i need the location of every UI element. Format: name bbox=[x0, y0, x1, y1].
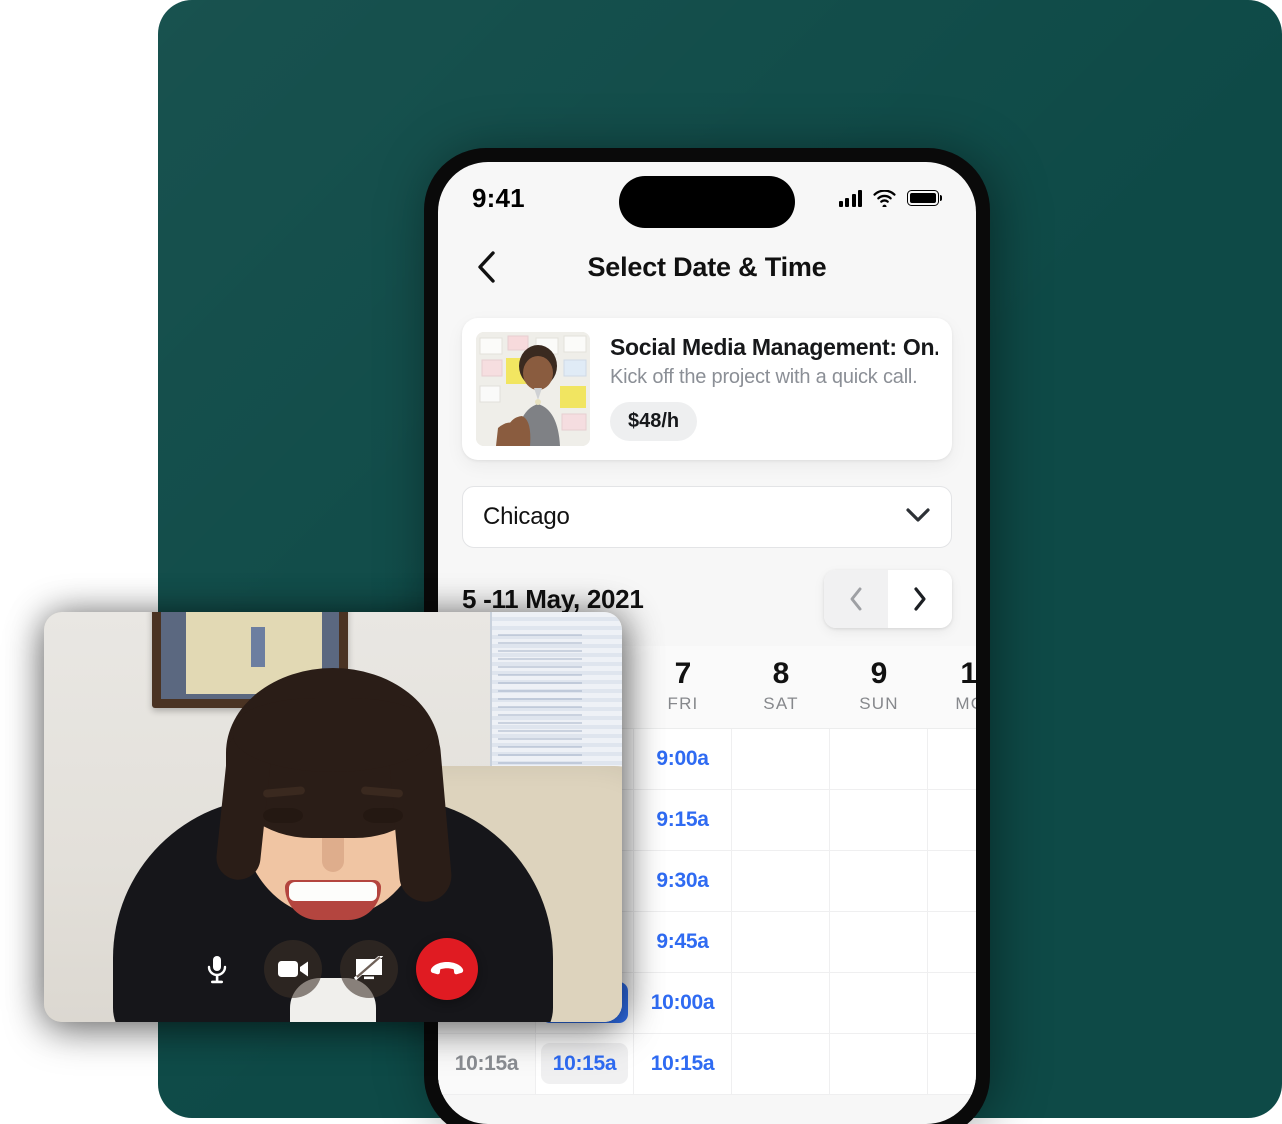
time-slot-label: 9:45a bbox=[656, 930, 709, 953]
cellular-signal-icon bbox=[838, 189, 862, 207]
status-bar-indicators bbox=[838, 189, 942, 207]
calendar-day-name: SAT bbox=[763, 693, 799, 713]
time-slot-label: 9:15a bbox=[656, 808, 709, 831]
hangup-button[interactable] bbox=[416, 938, 478, 1000]
screen-share-off-icon bbox=[354, 956, 384, 982]
time-slot-empty bbox=[928, 973, 976, 1034]
next-week-button[interactable] bbox=[888, 570, 952, 628]
calendar-day-sun[interactable]: 9 SUN bbox=[830, 646, 928, 728]
date-range-label: 5 -11 May, 2021 bbox=[462, 583, 644, 614]
prev-week-button[interactable] bbox=[824, 570, 888, 628]
calendar-day-number: 7 bbox=[674, 657, 692, 690]
chevron-down-icon bbox=[905, 507, 931, 528]
time-slot[interactable]: 10:00a bbox=[634, 972, 732, 1034]
microphone-button[interactable] bbox=[188, 940, 246, 998]
phone-hangup-icon bbox=[430, 958, 464, 980]
calendar-day-fri[interactable]: 7 FRI bbox=[634, 646, 732, 728]
time-slot-label: 10:15a bbox=[540, 1043, 629, 1084]
time-slot-empty bbox=[830, 1033, 928, 1095]
time-slot-empty bbox=[928, 790, 976, 851]
time-slot-empty bbox=[830, 911, 928, 973]
wifi-icon bbox=[873, 189, 896, 207]
time-slot-empty bbox=[928, 912, 976, 973]
chevron-left-icon bbox=[850, 587, 862, 611]
person-eye-right bbox=[363, 808, 403, 823]
microphone-icon bbox=[204, 954, 230, 984]
calendar-day-name: FRI bbox=[667, 693, 699, 713]
calendar-day-number: 8 bbox=[772, 657, 790, 690]
video-call-overlay[interactable] bbox=[44, 612, 622, 1022]
time-slot-label: 9:30a bbox=[656, 869, 709, 892]
calendar-day-sat[interactable]: 8 SAT bbox=[732, 646, 830, 728]
screen-share-button[interactable] bbox=[340, 940, 398, 998]
time-slot-label: 10:15a bbox=[650, 1052, 715, 1075]
service-card-meta: Social Media Management: On... Kick off … bbox=[610, 332, 938, 446]
service-thumbnail-photo bbox=[476, 332, 590, 446]
dynamic-island bbox=[619, 176, 795, 228]
service-card-wrapper: Social Media Management: On... Kick off … bbox=[438, 300, 976, 460]
app-nav-bar: Select Date & Time bbox=[438, 234, 976, 300]
time-slot-empty bbox=[928, 1034, 976, 1095]
time-slot-label: 10:15a bbox=[454, 1052, 519, 1075]
calendar-day-mon[interactable]: 10 MON bbox=[928, 646, 976, 728]
time-slot-empty bbox=[732, 789, 830, 851]
time-slot[interactable]: 10:15a bbox=[634, 1033, 732, 1095]
person-nose bbox=[322, 838, 344, 872]
person-fringe bbox=[233, 698, 433, 772]
status-bar: 9:41 bbox=[438, 162, 976, 234]
time-slot-empty bbox=[830, 728, 928, 790]
time-slot: 10:15a bbox=[438, 1033, 536, 1095]
screenshot-root: 9:41 Select Date & Time Social Media Man… bbox=[0, 0, 1282, 1124]
time-slot[interactable]: 9:30a bbox=[634, 850, 732, 912]
time-slot-empty bbox=[928, 729, 976, 790]
time-slot-empty bbox=[830, 972, 928, 1034]
date-range-nav bbox=[824, 570, 952, 628]
time-slot-empty bbox=[732, 972, 830, 1034]
calendar-day-number: 9 bbox=[870, 657, 888, 690]
time-slot-empty bbox=[830, 789, 928, 851]
service-card[interactable]: Social Media Management: On... Kick off … bbox=[462, 318, 952, 460]
time-slot-empty bbox=[732, 728, 830, 790]
calendar-day-name: MON bbox=[955, 693, 976, 713]
time-slot-empty bbox=[830, 850, 928, 912]
person-eye-left bbox=[263, 808, 303, 823]
calendar-day-number: 10 bbox=[960, 657, 976, 690]
time-slot[interactable]: 9:45a bbox=[634, 911, 732, 973]
time-slot[interactable]: 9:15a bbox=[634, 789, 732, 851]
video-call-controls bbox=[44, 938, 622, 1000]
time-slot-label: 9:00a bbox=[656, 747, 709, 770]
camera-button[interactable] bbox=[264, 940, 322, 998]
time-slot[interactable]: 9:00a bbox=[634, 728, 732, 790]
person-mouth bbox=[285, 880, 381, 920]
location-select-wrapper: Chicago bbox=[438, 460, 976, 548]
service-price-badge: $48/h bbox=[610, 402, 698, 441]
time-slot-empty bbox=[732, 850, 830, 912]
time-slot-empty bbox=[732, 1033, 830, 1095]
time-slot[interactable]: 10:15a bbox=[536, 1033, 634, 1095]
time-slot-label: 10:00a bbox=[650, 991, 715, 1014]
location-select[interactable]: Chicago bbox=[462, 486, 952, 548]
service-title: Social Media Management: On... bbox=[610, 334, 938, 360]
service-subtitle: Kick off the project with a quick call. bbox=[610, 366, 918, 388]
status-bar-time: 9:41 bbox=[472, 182, 525, 213]
location-value: Chicago bbox=[483, 503, 570, 530]
battery-full-icon bbox=[907, 190, 942, 206]
time-slot-empty bbox=[928, 851, 976, 912]
calendar-day-name: SUN bbox=[859, 693, 899, 713]
chevron-right-icon bbox=[914, 587, 926, 611]
time-slot-empty bbox=[732, 911, 830, 973]
page-title: Select Date & Time bbox=[587, 251, 827, 282]
video-camera-icon bbox=[277, 958, 309, 980]
